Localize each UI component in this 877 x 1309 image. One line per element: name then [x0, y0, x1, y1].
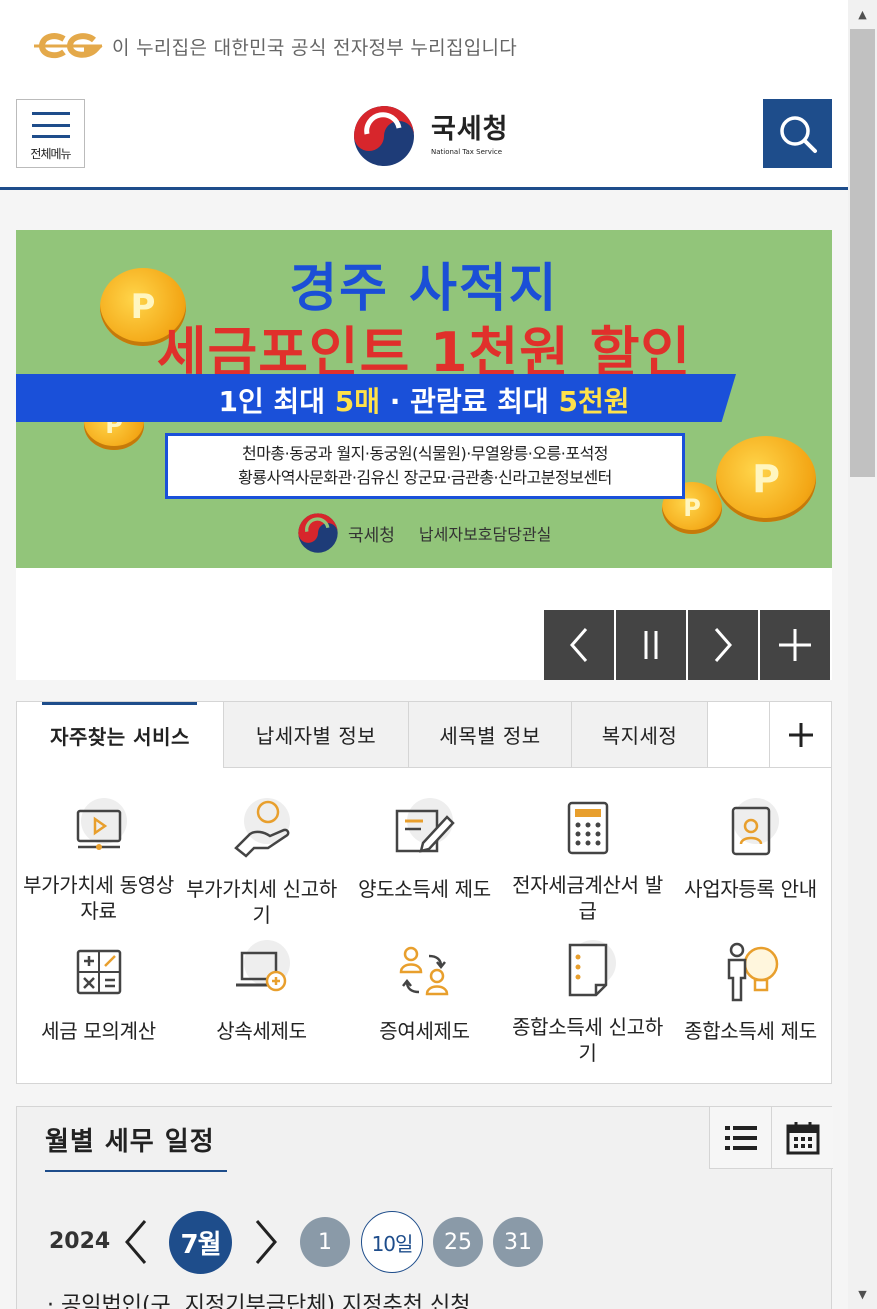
schedule-item[interactable]: · 공익법인(구. 지정기부금단체) 지정추천 신청: [47, 1287, 470, 1309]
plus-icon: [779, 629, 811, 661]
hand-person-icon: [233, 800, 289, 858]
service-label: 증여세제도: [379, 1019, 470, 1043]
list-view-button[interactable]: [709, 1107, 771, 1169]
tab-taxpayer-info[interactable]: 납세자별 정보: [224, 702, 409, 768]
next-month-icon[interactable]: [251, 1219, 281, 1265]
logo-kr: 국세청: [431, 114, 509, 145]
schedule-title: 월별 세무 일정: [45, 1127, 215, 1157]
tab-welfare-tax[interactable]: 복지세정: [572, 702, 708, 768]
scroll-up-arrow-icon[interactable]: ▲: [848, 0, 877, 29]
schedule-year: 2024: [49, 1229, 111, 1254]
service-item[interactable]: 증여세제도: [343, 924, 506, 1066]
service-label: 세금 모의계산: [41, 1019, 156, 1043]
tab-frequent-services[interactable]: 자주찾는 서비스: [17, 702, 224, 768]
tab-spacer: [708, 702, 769, 768]
service-item[interactable]: 종합소득세 신고하기: [506, 924, 669, 1066]
calculator-icon: [567, 801, 608, 855]
gov-banner-text: 이 누리집은 대한민국 공식 전자정부 누리집입니다: [112, 36, 518, 59]
banner-stripe-text: 1인 최대 5매 · 관람료 최대 5천원: [218, 385, 630, 418]
transfer-people-icon: [399, 946, 448, 996]
person-bulb-icon: [727, 942, 778, 1002]
service-label: 상속세제도: [216, 1019, 307, 1043]
prev-slide-button[interactable]: [544, 610, 614, 680]
service-item[interactable]: 전자세금계산서 발급: [506, 782, 669, 924]
banner-places-line-1: 천마총·동궁과 월지·동궁원(식물원)·무열왕릉·오릉·포석정: [241, 444, 609, 463]
id-card-icon: [731, 806, 770, 856]
banner-places-box: 천마총·동궁과 월지·동궁원(식물원)·무열왕릉·오릉·포석정 황룡사역사문화관…: [165, 433, 685, 499]
taegeuk-logo-icon: [298, 513, 338, 553]
service-item[interactable]: 세금 모의계산: [17, 924, 180, 1066]
slide-controls: [544, 610, 830, 680]
service-tab-bar: 자주찾는 서비스 납세자별 정보 세목별 정보 복지세정: [17, 702, 831, 768]
search-icon: [779, 115, 817, 153]
full-menu-label: 전체메뉴: [30, 147, 71, 161]
banner-places-line-2: 황룡사역사문화관·김유신 장군묘·금관총·신라고분정보센터: [238, 468, 612, 487]
service-item[interactable]: 양도소득세 제도: [343, 782, 506, 924]
page: 이 누리집은 대한민국 공식 전자정부 누리집입니다 전체메뉴 국세청 Nati…: [0, 0, 848, 1309]
banner-slide[interactable]: P P P P 경주 사적지 세금포인트 1천원 할인 1인 최대 5매 · 관…: [16, 230, 832, 568]
service-label: 종합소득세 신고하기: [512, 1015, 663, 1065]
vertical-scrollbar[interactable]: ▲ ▼: [848, 0, 877, 1309]
service-item[interactable]: 부가가치세 신고하기: [180, 782, 343, 927]
prev-icon: [570, 628, 588, 662]
service-item[interactable]: 사업자등록 안내: [669, 782, 832, 924]
service-label: 종합소득세 제도: [684, 1019, 817, 1043]
next-slide-button[interactable]: [688, 610, 758, 680]
schedule-day-selected[interactable]: 10일: [361, 1211, 423, 1273]
calendar-icon: [786, 1121, 819, 1154]
prev-month-icon[interactable]: [121, 1219, 151, 1265]
service-label: 부가가치세 동영상자료: [23, 873, 174, 923]
service-item[interactable]: 부가가치세 동영상자료: [17, 782, 180, 924]
pause-icon: [644, 631, 658, 659]
hamburger-icon: [31, 112, 70, 138]
nts-logo[interactable]: 국세청 National Tax Service: [351, 104, 509, 168]
document-pen-icon: [395, 809, 455, 853]
eg-logo: [34, 33, 103, 59]
taegeuk-logo-icon: [354, 106, 414, 166]
checklist-icon: [568, 943, 607, 997]
service-label: 양도소득세 제도: [358, 877, 491, 901]
banner-footer: 국세청 납세자보호담당관실: [296, 512, 551, 554]
schedule-title-underline: [45, 1170, 227, 1172]
full-menu-button[interactable]: 전체메뉴: [16, 99, 85, 168]
service-label: 부가가치세 신고하기: [186, 877, 337, 927]
banner-footer-org: 국세청: [348, 525, 395, 546]
service-label: 사업자등록 안내: [684, 877, 817, 901]
service-item[interactable]: 종합소득세 제도: [669, 924, 832, 1066]
calendar-view-button[interactable]: [771, 1107, 833, 1169]
search-button[interactable]: [763, 99, 832, 168]
banner-footer-dept: 납세자보호담당관실: [418, 525, 552, 544]
more-services-button[interactable]: [769, 702, 831, 768]
pause-slide-button[interactable]: [616, 610, 686, 680]
video-monitor-icon: [76, 809, 121, 850]
tab-tax-item-info[interactable]: 세목별 정보: [409, 702, 572, 768]
schedule-day[interactable]: 31: [493, 1217, 543, 1267]
main-banner: P P P P 경주 사적지 세금포인트 1천원 할인 1인 최대 5매 · 관…: [16, 230, 832, 680]
service-label: 전자세금계산서 발급: [512, 873, 663, 923]
gov-official-banner: 이 누리집은 대한민국 공식 전자정부 누리집입니다: [30, 28, 517, 64]
service-grid: 부가가치세 동영상자료 부가가치세 신고하기 양도소득세 제도 전자세금계산서 …: [17, 782, 831, 1066]
monthly-tax-schedule: 월별 세무 일정 2024 7월 1 10일 25 31 · 공익법인(구. 지…: [16, 1106, 833, 1309]
logo-text: 국세청 National Tax Service: [431, 114, 509, 157]
more-banner-button[interactable]: [760, 610, 830, 680]
plus-icon: [788, 722, 813, 747]
scroll-thumb[interactable]: [850, 29, 875, 477]
coin-icon: P: [716, 436, 816, 522]
list-icon: [724, 1125, 757, 1150]
schedule-day[interactable]: 1: [300, 1217, 350, 1267]
logo-en: National Tax Service: [431, 148, 503, 156]
math-calculator-icon: [76, 949, 121, 995]
schedule-day[interactable]: 25: [433, 1217, 483, 1267]
service-tabs-panel: 자주찾는 서비스 납세자별 정보 세목별 정보 복지세정 부가가치세 동영상자료…: [16, 701, 832, 1084]
current-month: 7월: [169, 1211, 232, 1274]
laptop-plus-icon: [235, 951, 286, 992]
service-item[interactable]: 상속세제도: [180, 924, 343, 1066]
next-icon: [714, 628, 732, 662]
scroll-down-arrow-icon[interactable]: ▼: [848, 1280, 877, 1309]
